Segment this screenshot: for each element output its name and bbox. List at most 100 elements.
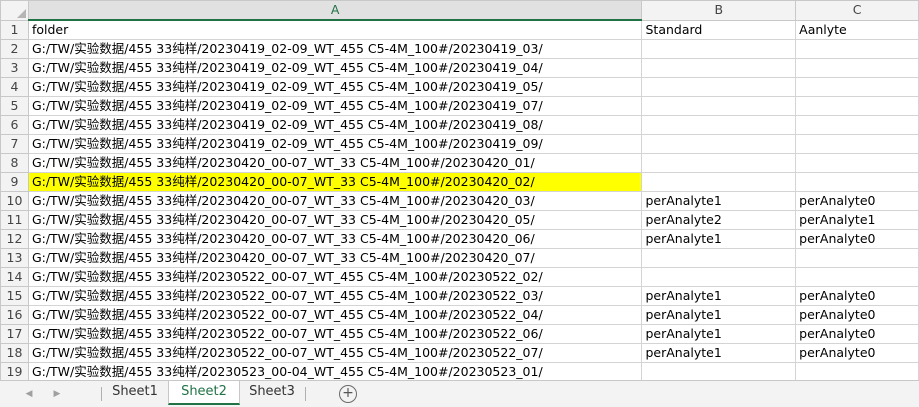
table-row: 18 G:/TW/实验数据/455 33纯样/20230522_00-07_WT_…: [0, 343, 919, 363]
row-header[interactable]: 3: [0, 58, 29, 78]
cell-c[interactable]: perAnalyte0: [795, 229, 919, 249]
cell-b[interactable]: [641, 153, 797, 173]
cell-a[interactable]: G:/TW/实验数据/455 33纯样/20230419_02-09_WT_45…: [27, 77, 643, 97]
cell-c[interactable]: perAnalyte0: [795, 191, 919, 211]
cell-a[interactable]: G:/TW/实验数据/455 33纯样/20230419_02-09_WT_45…: [27, 115, 643, 135]
tab-sheet3[interactable]: Sheet3: [240, 381, 304, 405]
select-all-corner[interactable]: [0, 0, 29, 21]
table-row: 9 G:/TW/实验数据/455 33纯样/20230420_00-07_WT_3…: [0, 172, 919, 192]
cell-c[interactable]: perAnalyte0: [795, 343, 919, 363]
cell-a[interactable]: G:/TW/实验数据/455 33纯样/20230522_00-07_WT_45…: [27, 343, 643, 363]
cell-b[interactable]: Standard: [641, 19, 797, 40]
tab-sheet2[interactable]: Sheet2: [168, 381, 240, 405]
cell-a[interactable]: G:/TW/实验数据/455 33纯样/20230419_02-09_WT_45…: [27, 39, 643, 59]
cell-c[interactable]: [795, 248, 919, 268]
cell-a[interactable]: G:/TW/实验数据/455 33纯样/20230522_00-07_WT_45…: [27, 267, 643, 287]
row-header[interactable]: 8: [0, 153, 29, 173]
cell-c[interactable]: [795, 58, 919, 78]
cell-a[interactable]: G:/TW/实验数据/455 33纯样/20230419_02-09_WT_45…: [27, 58, 643, 78]
row-header[interactable]: 5: [0, 96, 29, 116]
row-header[interactable]: 10: [0, 191, 29, 211]
row-header[interactable]: 18: [0, 343, 29, 363]
cell-a[interactable]: G:/TW/实验数据/455 33纯样/20230420_00-07_WT_33…: [27, 191, 643, 211]
row-header[interactable]: 4: [0, 77, 29, 97]
cell-b[interactable]: [641, 248, 797, 268]
cell-b[interactable]: [641, 267, 797, 287]
table-row: 6 G:/TW/实验数据/455 33纯样/20230419_02-09_WT_4…: [0, 115, 919, 135]
cell-c[interactable]: [795, 134, 919, 154]
cell-c[interactable]: [795, 153, 919, 173]
table-row: 12 G:/TW/实验数据/455 33纯样/20230420_00-07_WT_…: [0, 229, 919, 249]
cell-a[interactable]: G:/TW/实验数据/455 33纯样/20230420_00-07_WT_33…: [27, 248, 643, 268]
cell-a[interactable]: G:/TW/实验数据/455 33纯样/20230522_00-07_WT_45…: [27, 324, 643, 344]
table-row: 10 G:/TW/实验数据/455 33纯样/20230420_00-07_WT_…: [0, 191, 919, 211]
cell-a[interactable]: G:/TW/实验数据/455 33纯样/20230420_00-07_WT_33…: [27, 172, 643, 192]
cell-c[interactable]: [795, 77, 919, 97]
row-header[interactable]: 15: [0, 286, 29, 306]
table-row: 7 G:/TW/实验数据/455 33纯样/20230419_02-09_WT_4…: [0, 134, 919, 154]
row-header[interactable]: 16: [0, 305, 29, 325]
cell-a[interactable]: G:/TW/实验数据/455 33纯样/20230420_00-07_WT_33…: [27, 229, 643, 249]
cell-b[interactable]: perAnalyte2: [641, 210, 797, 230]
cell-b[interactable]: perAnalyte1: [641, 305, 797, 325]
row-header[interactable]: 9: [0, 172, 29, 192]
cell-c[interactable]: [795, 267, 919, 287]
row-header[interactable]: 2: [0, 39, 29, 59]
column-header-b[interactable]: B: [641, 0, 797, 21]
cell-b[interactable]: [641, 134, 797, 154]
cell-b[interactable]: perAnalyte1: [641, 191, 797, 211]
tab-sheet1[interactable]: Sheet1: [102, 381, 168, 405]
row-header[interactable]: 13: [0, 248, 29, 268]
row-header[interactable]: 11: [0, 210, 29, 230]
table-row: 5 G:/TW/实验数据/455 33纯样/20230419_02-09_WT_4…: [0, 96, 919, 116]
triangle-left-icon[interactable]: ◀: [21, 386, 37, 402]
cell-c[interactable]: [795, 39, 919, 59]
cell-b[interactable]: [641, 362, 797, 380]
row-header[interactable]: 19: [0, 362, 29, 380]
cell-b[interactable]: [641, 39, 797, 59]
cell-a[interactable]: G:/TW/实验数据/455 33纯样/20230420_00-07_WT_33…: [27, 153, 643, 173]
cell-b[interactable]: [641, 115, 797, 135]
table-row: 15 G:/TW/实验数据/455 33纯样/20230522_00-07_WT_…: [0, 286, 919, 306]
cell-c[interactable]: perAnalyte1: [795, 210, 919, 230]
cell-c[interactable]: Aanlyte: [795, 19, 919, 40]
cell-c[interactable]: perAnalyte0: [795, 305, 919, 325]
column-header-c[interactable]: C: [795, 0, 919, 21]
cell-b[interactable]: perAnalyte1: [641, 324, 797, 344]
cell-b[interactable]: [641, 58, 797, 78]
plus-circle-icon[interactable]: +: [339, 385, 357, 403]
row-header[interactable]: 6: [0, 115, 29, 135]
cell-a[interactable]: G:/TW/实验数据/455 33纯样/20230419_02-09_WT_45…: [27, 96, 643, 116]
cell-b[interactable]: perAnalyte1: [641, 229, 797, 249]
table-row: 13 G:/TW/实验数据/455 33纯样/20230420_00-07_WT_…: [0, 248, 919, 268]
cell-a[interactable]: G:/TW/实验数据/455 33纯样/20230523_00-04_WT_45…: [27, 362, 643, 380]
row-header[interactable]: 1: [0, 19, 29, 40]
cell-c[interactable]: [795, 96, 919, 116]
cell-a[interactable]: folder: [27, 19, 643, 40]
column-header-a[interactable]: A: [27, 0, 643, 21]
cell-c[interactable]: [795, 362, 919, 380]
table-row: 14 G:/TW/实验数据/455 33纯样/20230522_00-07_WT_…: [0, 267, 919, 287]
table-row: 1 folder Standard Aanlyte: [0, 19, 919, 40]
triangle-right-icon[interactable]: ▶: [49, 386, 65, 402]
cell-b[interactable]: [641, 172, 797, 192]
row-header[interactable]: 17: [0, 324, 29, 344]
row-header[interactable]: 14: [0, 267, 29, 287]
table-row: 3 G:/TW/实验数据/455 33纯样/20230419_02-09_WT_4…: [0, 58, 919, 78]
cell-b[interactable]: perAnalyte1: [641, 343, 797, 363]
cell-b[interactable]: [641, 77, 797, 97]
cell-c[interactable]: perAnalyte0: [795, 286, 919, 306]
row-header[interactable]: 12: [0, 229, 29, 249]
table-row: 8 G:/TW/实验数据/455 33纯样/20230420_00-07_WT_3…: [0, 153, 919, 173]
sheet-tab-bar: ◀ ▶ Sheet1 Sheet2 Sheet3 +: [0, 380, 919, 407]
cell-a[interactable]: G:/TW/实验数据/455 33纯样/20230419_02-09_WT_45…: [27, 134, 643, 154]
cell-b[interactable]: [641, 96, 797, 116]
cell-a[interactable]: G:/TW/实验数据/455 33纯样/20230522_00-07_WT_45…: [27, 305, 643, 325]
cell-b[interactable]: perAnalyte1: [641, 286, 797, 306]
cell-c[interactable]: [795, 172, 919, 192]
cell-c[interactable]: perAnalyte0: [795, 324, 919, 344]
cell-a[interactable]: G:/TW/实验数据/455 33纯样/20230420_00-07_WT_33…: [27, 210, 643, 230]
row-header[interactable]: 7: [0, 134, 29, 154]
cell-a[interactable]: G:/TW/实验数据/455 33纯样/20230522_00-07_WT_45…: [27, 286, 643, 306]
cell-c[interactable]: [795, 115, 919, 135]
